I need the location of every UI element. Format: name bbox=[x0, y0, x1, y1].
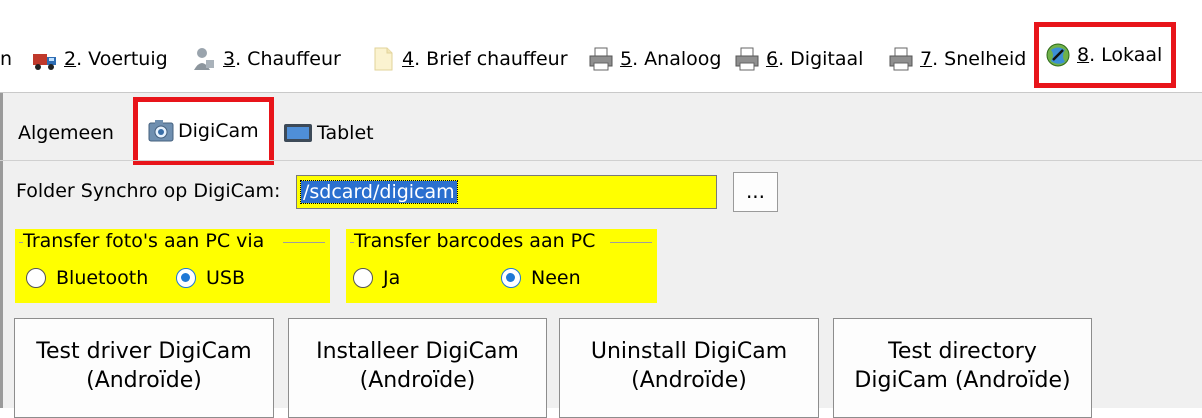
main-tab-strip: n 2. Voertuig 3. Chauffeur 4. Brief chau… bbox=[0, 0, 1202, 92]
tab-label: . Digitaal bbox=[778, 48, 864, 70]
radio-label: Bluetooth bbox=[56, 267, 149, 289]
subtab-tablet[interactable]: Tablet bbox=[283, 118, 374, 148]
radio-neen[interactable]: Neen bbox=[501, 267, 581, 289]
folder-label: Folder Synchro op DigiCam: bbox=[16, 180, 281, 202]
button-line: Test directory bbox=[888, 339, 1037, 364]
group-title: Transfer barcodes aan PC bbox=[354, 230, 596, 252]
subtab-digicam[interactable]: DigiCam bbox=[133, 97, 274, 165]
group-border bbox=[283, 242, 325, 243]
radio-circle bbox=[26, 268, 46, 288]
subtab-label: Tablet bbox=[317, 122, 374, 144]
button-line: Installeer DigiCam bbox=[316, 339, 519, 364]
radio-circle-selected bbox=[501, 268, 521, 288]
test-directory-digicam-button[interactable]: Test directory DigiCam (Androïde) bbox=[833, 318, 1092, 418]
radio-bluetooth[interactable]: Bluetooth bbox=[26, 267, 148, 289]
printer-icon bbox=[589, 47, 613, 71]
tab-lokaal[interactable]: 8. Lokaal bbox=[1034, 22, 1176, 88]
button-line: (Androïde) bbox=[359, 368, 476, 393]
tab-analoog[interactable]: 5. Analoog bbox=[588, 44, 721, 74]
group-title: Transfer foto's aan PC via bbox=[23, 230, 265, 252]
tab-label: . Chauffeur bbox=[235, 48, 341, 70]
button-line: (Androïde) bbox=[86, 368, 202, 393]
radio-circle-selected bbox=[176, 268, 196, 288]
button-line: Uninstall DigiCam bbox=[590, 339, 788, 364]
subtab-algemeen[interactable]: Algemeen bbox=[18, 118, 114, 148]
tab-label: n bbox=[0, 48, 13, 70]
panel-left-edge bbox=[0, 93, 3, 408]
tab-label: . Analoog bbox=[632, 48, 722, 70]
radio-label: USB bbox=[206, 267, 246, 289]
button-line: DigiCam (Androïde) bbox=[854, 368, 1071, 393]
camera-icon bbox=[148, 120, 174, 142]
transfer-photos-group: Transfer foto's aan PC via Bluetooth USB bbox=[15, 229, 330, 303]
printer-icon bbox=[735, 47, 759, 71]
tab-number: 8 bbox=[1077, 44, 1090, 66]
radio-usb[interactable]: USB bbox=[176, 267, 245, 289]
tab-brief-chauffeur[interactable]: 4. Brief chauffeur bbox=[370, 44, 568, 74]
radio-label: Neen bbox=[531, 267, 581, 289]
test-driver-digicam-button[interactable]: Test driver DigiCam (Androïde) bbox=[14, 318, 274, 418]
subtab-label: Algemeen bbox=[18, 122, 114, 144]
tab-number: 5 bbox=[620, 48, 633, 70]
installeer-digicam-button[interactable]: Installeer DigiCam (Androïde) bbox=[288, 318, 547, 418]
subtab-label: DigiCam bbox=[178, 120, 259, 142]
truck-icon bbox=[33, 54, 56, 70]
radio-label: Ja bbox=[383, 267, 401, 289]
folder-synchro-input[interactable]: /sdcard/digicam bbox=[296, 175, 717, 209]
driver-icon bbox=[194, 48, 214, 70]
button-line: (Androïde) bbox=[631, 368, 747, 393]
tab-label: . Lokaal bbox=[1089, 44, 1163, 66]
tab-number: 6 bbox=[766, 48, 779, 70]
tab-number: 7 bbox=[920, 48, 933, 70]
radio-ja[interactable]: Ja bbox=[353, 267, 400, 289]
letter-icon bbox=[374, 47, 393, 71]
tab-chauffeur[interactable]: 3. Chauffeur bbox=[191, 44, 341, 74]
folder-value: /sdcard/digicam bbox=[300, 180, 458, 204]
subtab-divider bbox=[0, 160, 1202, 161]
printer-icon bbox=[889, 47, 913, 71]
tab-number: 4 bbox=[402, 48, 415, 70]
transfer-barcodes-group: Transfer barcodes aan PC Ja Neen bbox=[346, 229, 657, 303]
browse-folder-button[interactable]: ... bbox=[733, 172, 778, 212]
tab-label: . Brief chauffeur bbox=[414, 48, 568, 70]
tab-snelheid[interactable]: 7. Snelheid bbox=[888, 44, 1026, 74]
tab-number: 3 bbox=[223, 48, 236, 70]
radio-circle bbox=[353, 268, 373, 288]
tab-digitaal[interactable]: 6. Digitaal bbox=[734, 44, 863, 74]
tab-partial[interactable]: n bbox=[0, 44, 12, 74]
tab-voertuig[interactable]: 2. Voertuig bbox=[32, 44, 168, 74]
local-icon bbox=[1046, 43, 1070, 67]
tab-number: 2 bbox=[64, 48, 77, 70]
button-line: Test driver DigiCam bbox=[36, 339, 252, 364]
tablet-icon bbox=[284, 124, 312, 142]
uninstall-digicam-button[interactable]: Uninstall DigiCam (Androïde) bbox=[559, 318, 819, 418]
tab-label: . Voertuig bbox=[76, 48, 168, 70]
tab-label: . Snelheid bbox=[932, 48, 1027, 70]
group-border bbox=[610, 242, 652, 243]
